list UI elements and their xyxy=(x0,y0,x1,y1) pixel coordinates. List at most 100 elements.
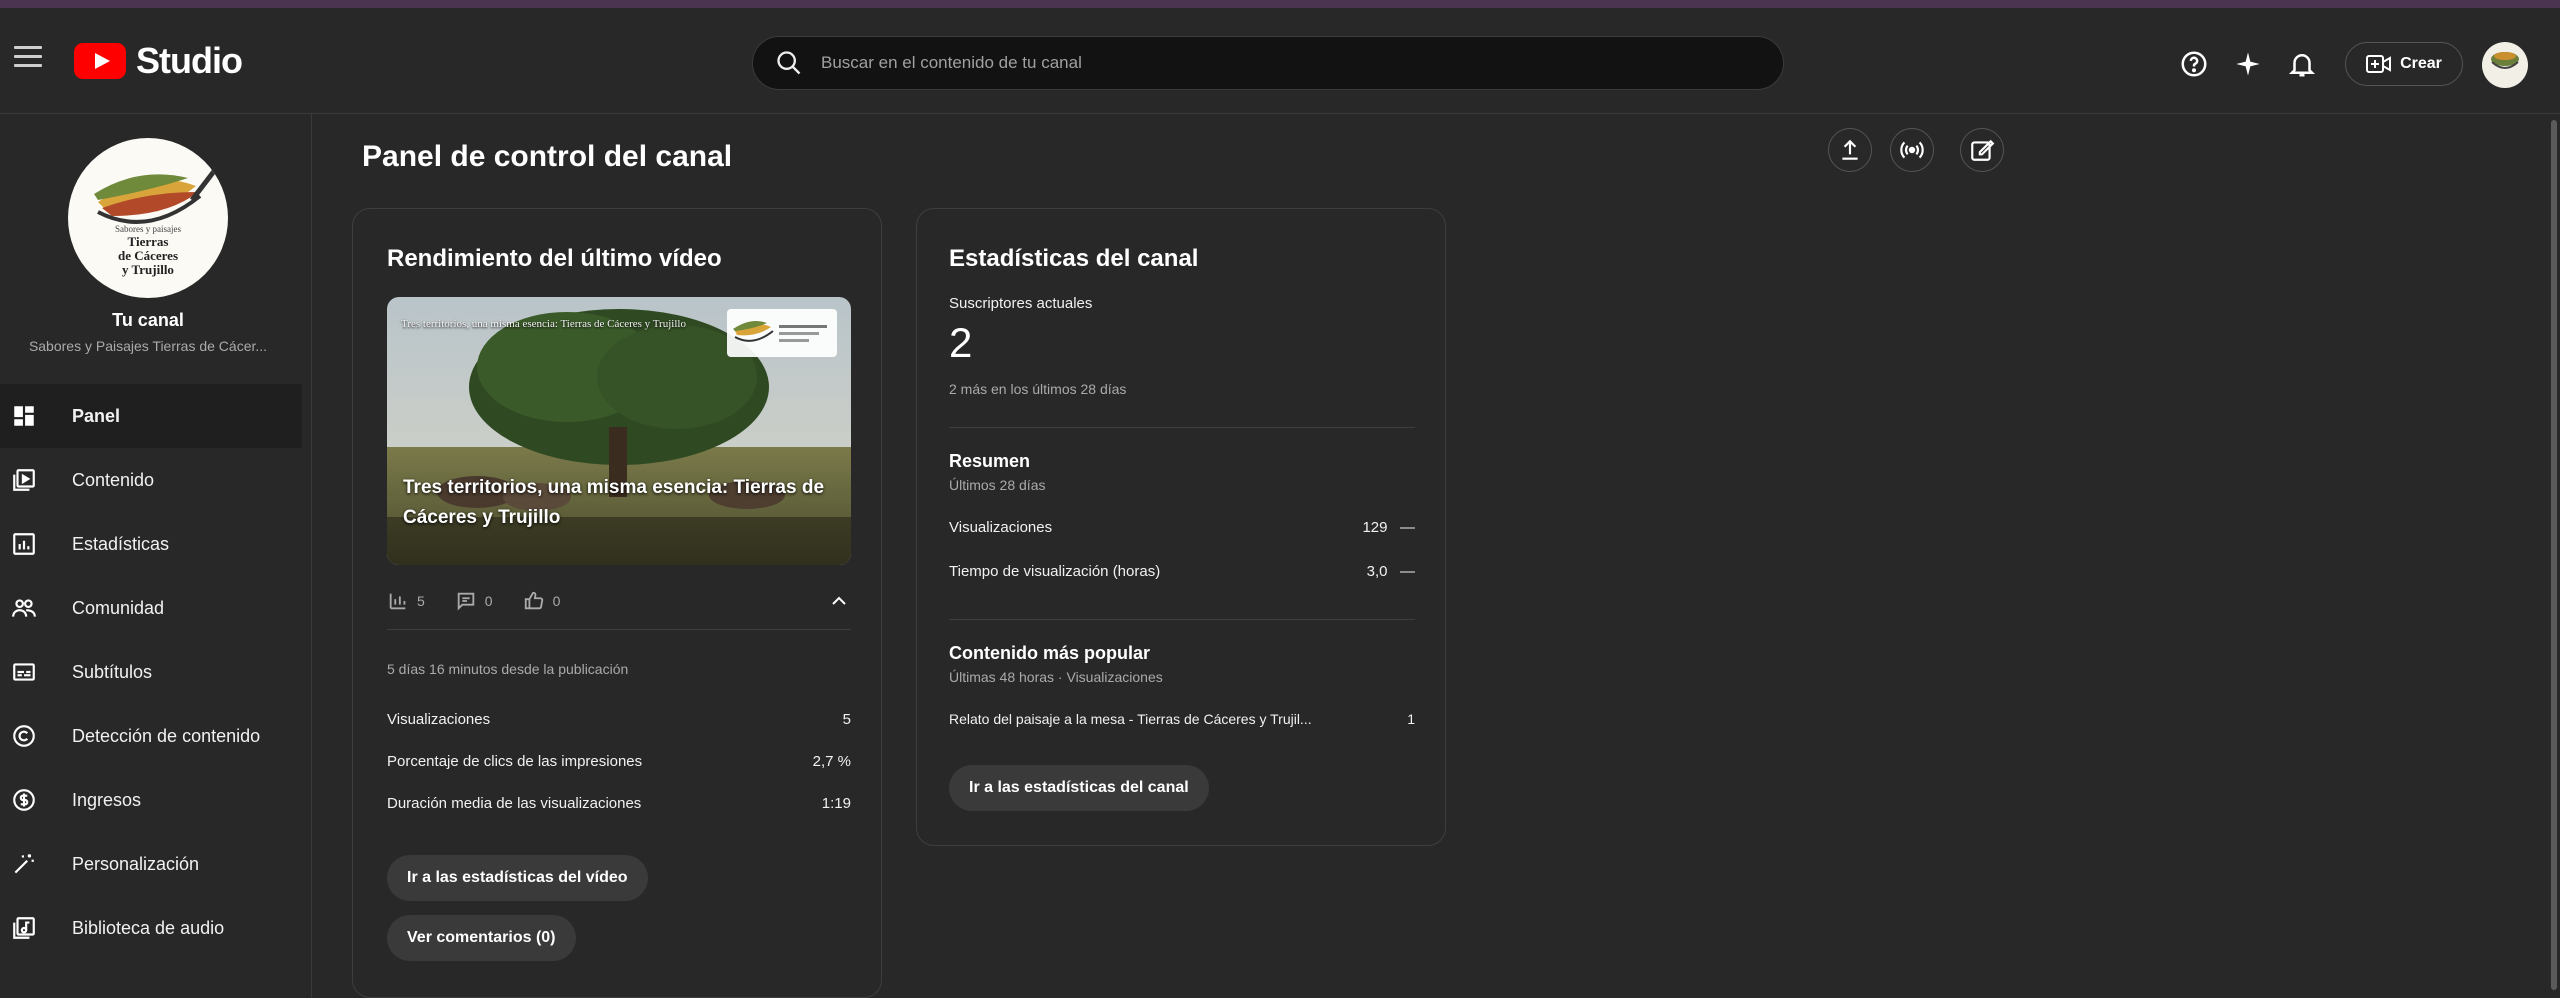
sidebar-item-label: Subtítulos xyxy=(72,661,153,682)
subtitles-icon xyxy=(10,658,38,686)
card-title: Rendimiento del último vídeo xyxy=(387,245,722,272)
summary-label: Visualizaciones xyxy=(949,519,1053,536)
summary-row: Visualizaciones 129 — xyxy=(949,519,1415,536)
likes-count: 0 xyxy=(552,593,561,609)
sidebar-item-audio-library[interactable]: Biblioteca de audio xyxy=(0,896,302,960)
popular-item-value: 1 xyxy=(1407,711,1415,727)
stat-value: 5 xyxy=(842,711,851,728)
channel-subtitle: Sabores y Paisajes Tierras de Cácer... xyxy=(28,338,268,354)
card-title: Estadísticas del canal xyxy=(949,245,1199,272)
avatar-text-line1: Sabores y paisajes xyxy=(115,224,181,234)
thumbnail-overlay-text: Tres territorios, una misma esencia: Tie… xyxy=(401,318,686,330)
divider xyxy=(949,619,1415,620)
sidebar-item-customization[interactable]: Personalización xyxy=(0,832,302,896)
copyright-icon xyxy=(10,722,38,750)
sidebar-item-panel[interactable]: Panel xyxy=(0,384,302,448)
view-comments-button[interactable]: Ver comentarios (0) xyxy=(387,915,576,961)
video-quick-metrics: 5 0 0 xyxy=(387,581,851,621)
sidebar-item-label: Biblioteca de audio xyxy=(72,917,225,938)
stat-value: 2,7 % xyxy=(812,753,851,770)
notifications-bell-icon[interactable] xyxy=(2280,42,2324,86)
stat-row: Visualizaciones 5 xyxy=(387,711,851,728)
go-live-icon[interactable] xyxy=(1890,128,1934,172)
sidebar-item-copyright[interactable]: Detección de contenido xyxy=(0,704,302,768)
search-bar[interactable] xyxy=(752,36,1784,90)
stat-row: Duración media de las visualizaciones 1:… xyxy=(387,795,851,812)
monetization-icon xyxy=(10,786,38,814)
sidebar: Sabores y paisajes Tierras de Cáceres y … xyxy=(0,114,312,998)
menu-icon[interactable] xyxy=(14,46,42,72)
sidebar-item-label: Comunidad xyxy=(72,597,165,618)
account-avatar[interactable] xyxy=(2482,42,2528,88)
divider xyxy=(949,427,1415,428)
analytics-icon xyxy=(10,530,38,558)
video-title: Tres territorios, una misma esencia: Tie… xyxy=(403,477,825,528)
sidebar-item-label: Panel xyxy=(72,405,121,426)
sidebar-item-community[interactable]: Comunidad xyxy=(0,576,302,640)
published-time: 5 días 16 minutos desde la publicación xyxy=(387,661,629,677)
sidebar-item-subtitles[interactable]: Subtítulos xyxy=(0,640,302,704)
comment-icon xyxy=(457,592,475,611)
sidebar-item-label: Estadísticas xyxy=(72,533,170,554)
sidebar-nav: Panel Contenido Estadísticas Comunidad S… xyxy=(0,384,302,960)
scrollbar-thumb[interactable] xyxy=(2551,120,2557,990)
video-analytics-button[interactable]: Ir a las estadísticas del vídeo xyxy=(387,855,648,901)
create-label: Crear xyxy=(2400,55,2442,72)
upload-icon[interactable] xyxy=(1828,128,1872,172)
stat-value: 1:19 xyxy=(821,795,851,812)
chevron-up-icon[interactable] xyxy=(827,589,851,613)
sidebar-item-content[interactable]: Contenido xyxy=(0,448,302,512)
latest-video-card: Rendimiento del último vídeo Tres territ… xyxy=(352,208,882,998)
popular-period: Últimas 48 horas · Visualizaciones xyxy=(949,669,1163,685)
divider xyxy=(387,629,851,630)
sidebar-item-label: Ingresos xyxy=(72,789,142,810)
summary-row: Tiempo de visualización (horas) 3,0 — xyxy=(949,563,1415,580)
sidebar-item-label: Personalización xyxy=(72,853,200,874)
channel-analytics-button[interactable]: Ir a las estadísticas del canal xyxy=(949,765,1209,811)
popular-item[interactable]: Relato del paisaje a la mesa - Tierras d… xyxy=(949,711,1415,727)
stat-row: Porcentaje de clics de las impresiones 2… xyxy=(387,753,851,770)
subscribers-delta: 2 más en los últimos 28 días xyxy=(949,381,1127,397)
sidebar-item-monetization[interactable]: Ingresos xyxy=(0,768,302,832)
create-button[interactable]: Crear xyxy=(2345,42,2463,86)
search-input[interactable] xyxy=(821,53,1721,73)
top-header: Studio Crear xyxy=(0,8,2560,114)
avatar-text-line3: de Cáceres xyxy=(118,248,178,263)
help-icon[interactable] xyxy=(2172,42,2216,86)
studio-logo[interactable]: Studio xyxy=(74,40,243,82)
youtube-play-icon xyxy=(74,43,126,79)
channel-avatar[interactable]: Sabores y paisajes Tierras de Cáceres y … xyxy=(68,138,228,298)
summary-value: 129 xyxy=(1362,519,1388,536)
thumbnail-logo xyxy=(727,309,837,357)
sparkle-icon[interactable] xyxy=(2226,42,2270,86)
magic-wand-icon xyxy=(10,850,38,878)
browser-top-strip xyxy=(0,0,2560,8)
community-icon xyxy=(10,594,38,622)
search-icon xyxy=(777,51,801,75)
dashboard-icon xyxy=(10,402,38,430)
channel-title: Tu canal xyxy=(112,310,184,330)
likes-metric: 0 xyxy=(523,590,561,612)
summary-period: Últimos 28 días xyxy=(949,477,1046,493)
summary-trend: — xyxy=(1400,519,1415,536)
avatar-text-line4: y Trujillo xyxy=(122,262,174,277)
summary-title: Resumen xyxy=(949,451,1031,471)
audio-library-icon xyxy=(10,914,38,942)
sidebar-item-analytics[interactable]: Estadísticas xyxy=(0,512,302,576)
views-count: 5 xyxy=(417,593,425,609)
subscribers-label: Suscriptores actuales xyxy=(949,295,1093,312)
content-icon xyxy=(10,466,38,494)
logo-text: Studio xyxy=(136,40,243,81)
sidebar-item-label: Contenido xyxy=(72,469,155,490)
thumbs-up-icon xyxy=(524,591,543,610)
channel-analytics-card: Estadísticas del canal Suscriptores actu… xyxy=(916,208,1446,846)
video-thumbnail[interactable]: Tres territorios, una misma esencia: Tie… xyxy=(387,297,851,565)
summary-label: Tiempo de visualización (horas) xyxy=(949,563,1161,580)
popular-title: Contenido más popular xyxy=(949,643,1151,663)
stat-label: Visualizaciones xyxy=(387,711,491,728)
scrollbar[interactable] xyxy=(2548,114,2560,998)
video-plus-icon xyxy=(2366,55,2392,73)
create-post-icon[interactable] xyxy=(1960,128,2004,172)
comments-count: 0 xyxy=(484,593,493,609)
stat-label: Duración media de las visualizaciones xyxy=(387,795,642,812)
